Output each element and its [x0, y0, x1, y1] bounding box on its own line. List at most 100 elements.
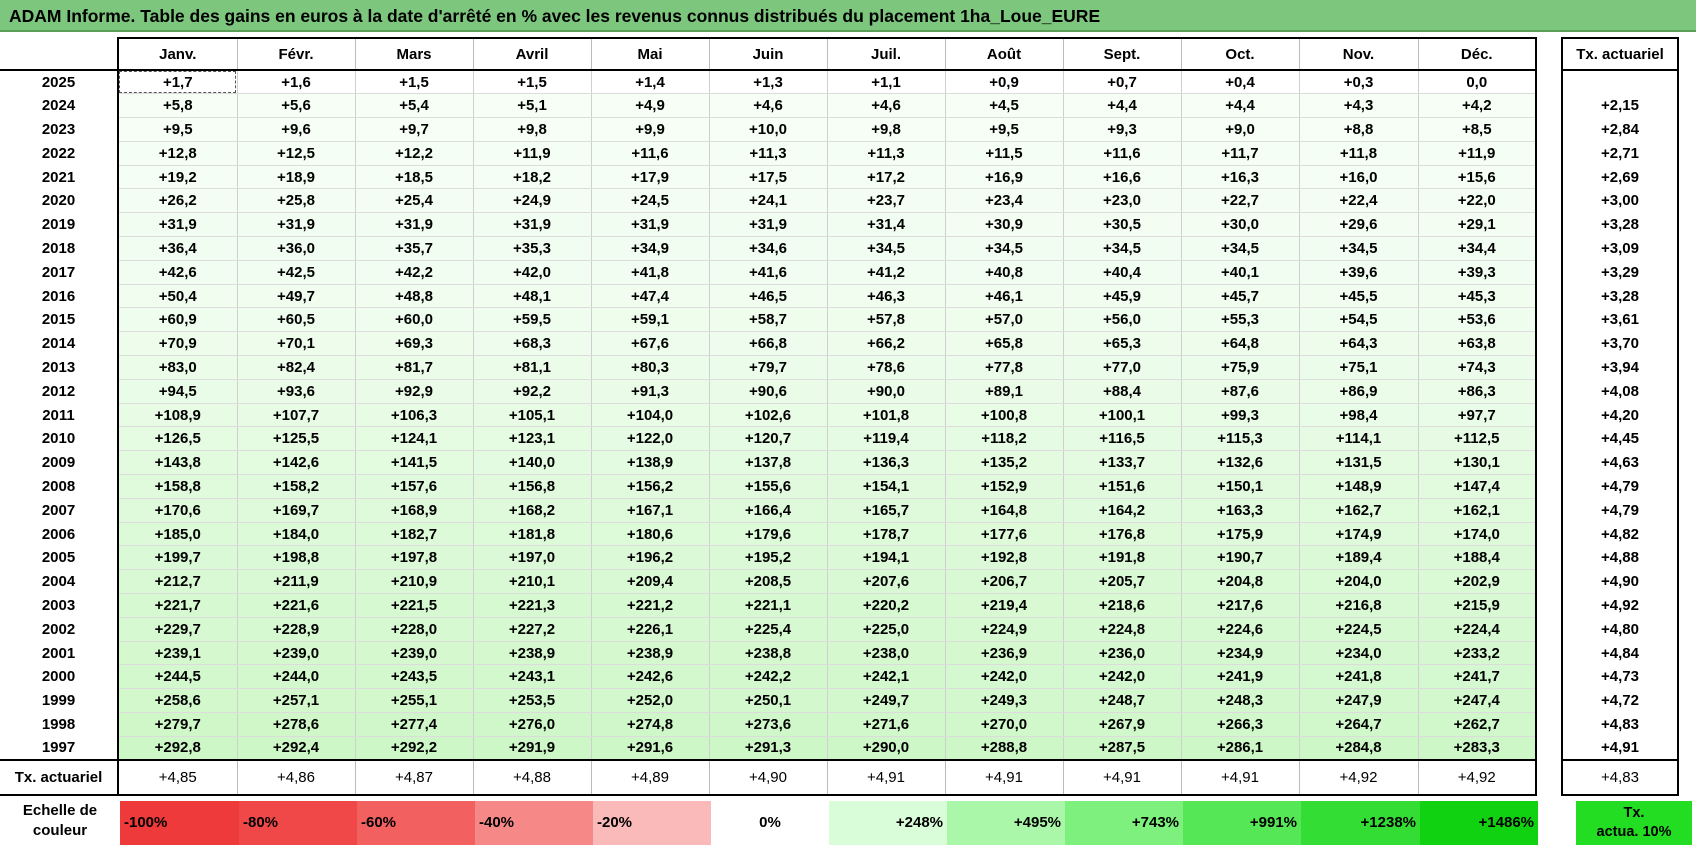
value-cell[interactable]: +9,0: [1180, 117, 1299, 142]
value-cell[interactable]: +188,4: [1417, 545, 1536, 571]
value-cell[interactable]: +212,7: [117, 569, 237, 595]
value-cell[interactable]: +29,1: [1417, 212, 1536, 238]
footer-value-cell[interactable]: +4,91: [826, 759, 945, 797]
value-cell[interactable]: +99,3: [1180, 403, 1299, 428]
value-cell[interactable]: +142,6: [236, 450, 355, 476]
value-cell[interactable]: +42,2: [354, 260, 473, 285]
value-cell[interactable]: +270,0: [944, 712, 1063, 737]
value-cell[interactable]: +57,0: [944, 307, 1063, 333]
footer-value-cell[interactable]: +4,91: [944, 759, 1063, 797]
value-cell[interactable]: +247,4: [1417, 688, 1536, 714]
footer-value-cell[interactable]: +4,85: [117, 759, 237, 797]
value-cell[interactable]: +210,9: [354, 569, 473, 595]
value-cell[interactable]: +79,7: [708, 355, 827, 380]
value-cell[interactable]: +236,9: [944, 641, 1063, 666]
tx-actuariel-cell[interactable]: +4,20: [1561, 403, 1679, 427]
value-cell[interactable]: +90,6: [708, 379, 827, 404]
value-cell[interactable]: +60,9: [117, 307, 237, 333]
footer-value-cell[interactable]: +4,92: [1298, 759, 1418, 797]
value-cell[interactable]: +283,3: [1417, 736, 1536, 761]
value-cell[interactable]: +189,4: [1298, 545, 1418, 571]
value-cell[interactable]: +190,7: [1180, 545, 1299, 571]
value-cell[interactable]: +10,0: [708, 117, 827, 142]
value-cell[interactable]: +34,5: [1298, 236, 1418, 261]
value-cell[interactable]: +29,6: [1298, 212, 1418, 238]
value-cell[interactable]: +253,5: [472, 688, 591, 714]
tx-actuariel-cell[interactable]: +4,63: [1561, 450, 1679, 475]
value-cell[interactable]: +1,5: [354, 70, 473, 95]
value-cell[interactable]: +141,5: [354, 450, 473, 476]
value-cell[interactable]: +169,7: [236, 498, 355, 523]
value-cell[interactable]: +16,9: [944, 165, 1063, 190]
tx-actuariel-cell[interactable]: +4,73: [1561, 664, 1679, 689]
value-cell[interactable]: +47,4: [590, 284, 709, 309]
value-cell[interactable]: +0,4: [1180, 70, 1299, 95]
value-cell[interactable]: +23,0: [1062, 188, 1181, 214]
value-cell[interactable]: +1,4: [590, 70, 709, 95]
value-cell[interactable]: +12,8: [117, 141, 237, 166]
value-cell[interactable]: +31,9: [472, 212, 591, 238]
value-cell[interactable]: +23,7: [826, 188, 945, 214]
value-cell[interactable]: +40,4: [1062, 260, 1181, 285]
tx-actuariel-cell[interactable]: +4,79: [1561, 498, 1679, 523]
tx-actuariel-cell[interactable]: +4,80: [1561, 617, 1679, 642]
value-cell[interactable]: +24,9: [472, 188, 591, 214]
value-cell[interactable]: +31,9: [236, 212, 355, 238]
value-cell[interactable]: +11,3: [708, 141, 827, 166]
value-cell[interactable]: +65,8: [944, 331, 1063, 357]
value-cell[interactable]: +34,5: [1062, 236, 1181, 261]
value-cell[interactable]: +64,3: [1298, 331, 1418, 357]
value-cell[interactable]: +118,2: [944, 426, 1063, 452]
value-cell[interactable]: +17,5: [708, 165, 827, 190]
value-cell[interactable]: +167,1: [590, 498, 709, 523]
value-cell[interactable]: +266,3: [1180, 712, 1299, 737]
value-cell[interactable]: +248,3: [1180, 688, 1299, 714]
tx-actuariel-cell[interactable]: +3,61: [1561, 307, 1679, 332]
tx-actuariel-cell[interactable]: +4,83: [1561, 712, 1679, 737]
value-cell[interactable]: +162,1: [1417, 498, 1536, 523]
value-cell[interactable]: +8,8: [1298, 117, 1418, 142]
value-cell[interactable]: +291,3: [708, 736, 827, 761]
value-cell[interactable]: +46,3: [826, 284, 945, 309]
footer-value-cell[interactable]: +4,87: [354, 759, 473, 797]
value-cell[interactable]: +18,5: [354, 165, 473, 190]
value-cell[interactable]: +81,7: [354, 355, 473, 380]
value-cell[interactable]: +197,0: [472, 545, 591, 571]
value-cell[interactable]: +31,9: [117, 212, 237, 238]
value-cell[interactable]: +176,8: [1062, 522, 1181, 547]
value-cell[interactable]: +238,9: [590, 641, 709, 666]
footer-value-cell[interactable]: +4,91: [1062, 759, 1181, 797]
value-cell[interactable]: +287,5: [1062, 736, 1181, 761]
value-cell[interactable]: +9,5: [117, 117, 237, 142]
value-cell[interactable]: +100,8: [944, 403, 1063, 428]
tx-actuariel-cell[interactable]: +2,71: [1561, 141, 1679, 166]
value-cell[interactable]: +271,6: [826, 712, 945, 737]
value-cell[interactable]: +209,4: [590, 569, 709, 595]
value-cell[interactable]: +4,6: [708, 93, 827, 119]
value-cell[interactable]: +126,5: [117, 426, 237, 452]
value-cell[interactable]: +195,2: [708, 545, 827, 571]
value-cell[interactable]: +221,1: [708, 593, 827, 618]
value-cell[interactable]: +11,6: [590, 141, 709, 166]
value-cell[interactable]: +151,6: [1062, 474, 1181, 499]
value-cell[interactable]: +224,8: [1062, 617, 1181, 642]
value-cell[interactable]: +248,7: [1062, 688, 1181, 714]
value-cell[interactable]: +86,3: [1417, 379, 1536, 404]
value-cell[interactable]: +224,4: [1417, 617, 1536, 642]
value-cell[interactable]: +123,1: [472, 426, 591, 452]
value-cell[interactable]: +164,8: [944, 498, 1063, 523]
value-cell[interactable]: +22,4: [1298, 188, 1418, 214]
value-cell[interactable]: +101,8: [826, 403, 945, 428]
value-cell[interactable]: +45,9: [1062, 284, 1181, 309]
value-cell[interactable]: +4,2: [1417, 93, 1536, 119]
tx-actuariel-cell[interactable]: +4,88: [1561, 545, 1679, 570]
value-cell[interactable]: +262,7: [1417, 712, 1536, 737]
value-cell[interactable]: +180,6: [590, 522, 709, 547]
value-cell[interactable]: +241,7: [1417, 664, 1536, 690]
value-cell[interactable]: +242,0: [944, 664, 1063, 690]
value-cell[interactable]: +122,0: [590, 426, 709, 452]
value-cell[interactable]: +155,6: [708, 474, 827, 499]
value-cell[interactable]: +40,1: [1180, 260, 1299, 285]
value-cell[interactable]: +119,4: [826, 426, 945, 452]
value-cell[interactable]: +15,6: [1417, 165, 1536, 190]
